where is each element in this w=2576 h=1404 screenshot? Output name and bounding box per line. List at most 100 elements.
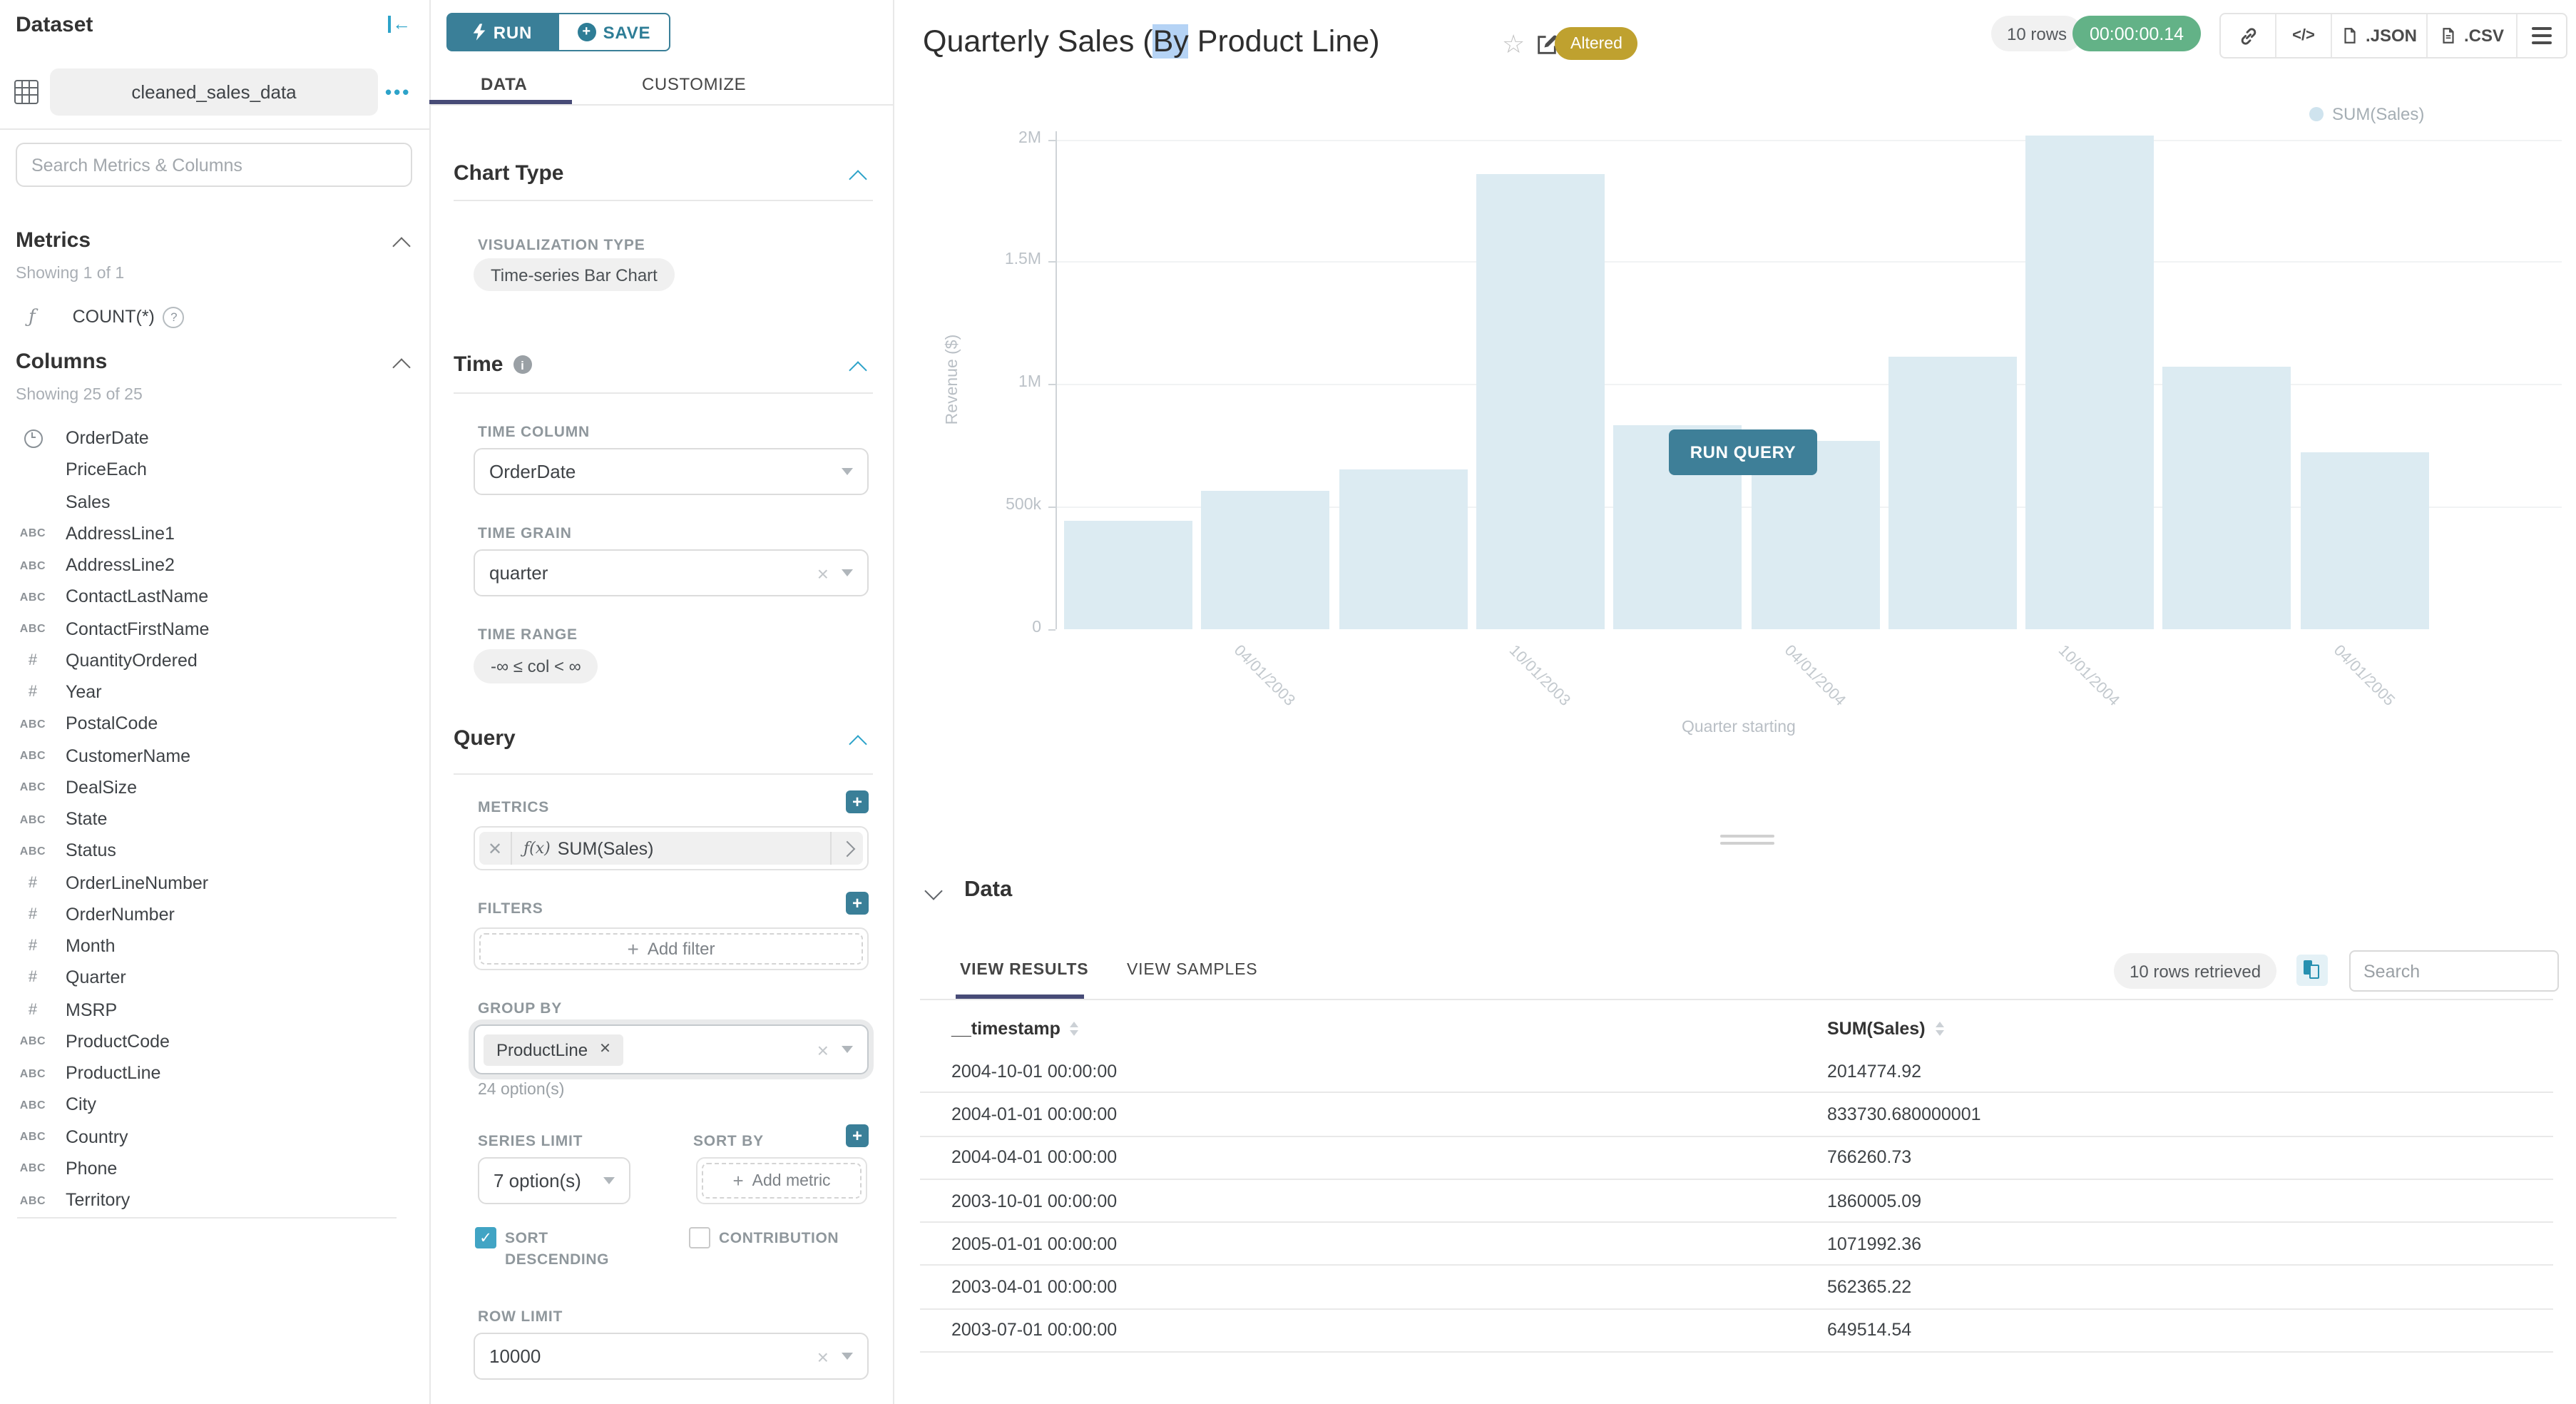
column-item-CustomerName[interactable]: ABCCustomerName	[0, 740, 428, 771]
series-limit-select[interactable]: 7 option(s)	[478, 1157, 630, 1204]
add-sort-metric-button[interactable]: +	[846, 1124, 869, 1147]
column-item-Year[interactable]: #Year	[0, 676, 428, 708]
y-tick-mark	[1048, 629, 1056, 631]
column-item-Phone[interactable]: ABCPhone	[0, 1153, 428, 1184]
clear-icon[interactable]: ×	[817, 561, 829, 584]
altered-badge[interactable]: Altered	[1555, 27, 1638, 60]
column-item-State[interactable]: ABCState	[0, 803, 428, 835]
add-sort-metric-dropzone[interactable]: +Add metric	[702, 1163, 862, 1199]
column-item-Country[interactable]: ABCCountry	[0, 1121, 428, 1152]
column-item-ProductLine[interactable]: ABCProductLine	[0, 1057, 428, 1089]
time-column-label: TIME COLUMN	[478, 424, 590, 441]
collapse-sidebar-icon[interactable]: ←	[388, 16, 411, 33]
save-button[interactable]: + SAVE	[558, 13, 670, 51]
column-item-Status[interactable]: ABCStatus	[0, 835, 428, 867]
bar-2005-01-01[interactable]	[2163, 367, 2291, 629]
bar-2005-04-01[interactable]	[2300, 453, 2428, 629]
table-cell: 2004-01-01 00:00:00	[951, 1104, 1827, 1124]
results-table: __timestamp SUM(Sales) 2004-10-01 00:00:…	[920, 1007, 2553, 1353]
collapse-query-icon[interactable]	[849, 735, 867, 753]
run-button[interactable]: RUN	[446, 13, 558, 51]
chart-title[interactable]: Quarterly Sales (By Product Line)	[923, 24, 1380, 60]
column-item-OrderDate[interactable]: OrderDate	[0, 422, 428, 454]
column-item-Sales[interactable]: Sales	[0, 486, 428, 517]
column-item-PriceEach[interactable]: PriceEach	[0, 454, 428, 486]
clear-icon[interactable]: ×	[817, 1345, 829, 1368]
bar-2003-01-01[interactable]	[1064, 520, 1192, 629]
dataset-options-icon[interactable]: •••	[385, 81, 411, 103]
resize-handle[interactable]	[1720, 835, 1774, 845]
bar-2004-07-01[interactable]	[1888, 357, 2017, 629]
bar-2003-04-01[interactable]	[1202, 492, 1330, 629]
selected-text: By	[1153, 24, 1189, 58]
column-item-Month[interactable]: #Month	[0, 930, 428, 962]
row-limit-select[interactable]: 10000 ×	[474, 1333, 869, 1380]
time-range-pill[interactable]: -∞ ≤ col < ∞	[474, 649, 598, 683]
tab-view-samples[interactable]: VIEW SAMPLES	[1127, 962, 1257, 979]
sort-icon[interactable]	[1936, 1022, 1944, 1036]
expand-metric-icon[interactable]	[830, 832, 863, 865]
collapse-columns-icon[interactable]	[392, 358, 410, 376]
column-item-QuantityOrdered[interactable]: #QuantityOrdered	[0, 645, 428, 676]
add-filter-button[interactable]: +	[846, 892, 869, 915]
bar-2003-07-01[interactable]	[1339, 470, 1467, 629]
time-grain-label: TIME GRAIN	[478, 525, 572, 542]
menu-icon[interactable]	[2518, 14, 2566, 57]
time-grain-select[interactable]: quarter ×	[474, 549, 869, 596]
column-item-ContactLastName[interactable]: ABCContactLastName	[0, 581, 428, 613]
add-metric-button[interactable]: +	[846, 790, 869, 813]
collapse-data-icon[interactable]	[924, 882, 942, 900]
filters-control: +Add filter	[474, 927, 869, 970]
remove-metric-icon[interactable]: ✕	[479, 832, 512, 865]
column-item-PostalCode[interactable]: ABCPostalCode	[0, 708, 428, 740]
column-item-OrderNumber[interactable]: #OrderNumber	[0, 899, 428, 930]
tab-data[interactable]: DATA	[481, 74, 528, 94]
collapse-chart-type-icon[interactable]	[849, 170, 867, 188]
add-filter-dropzone[interactable]: +Add filter	[479, 933, 863, 965]
export-json-button[interactable]: .JSON	[2332, 14, 2428, 57]
favorite-star-icon[interactable]: ☆	[1502, 30, 1525, 60]
search-metrics-columns-input[interactable]	[16, 143, 412, 187]
column-item-OrderLineNumber[interactable]: #OrderLineNumber	[0, 867, 428, 898]
info-icon: i	[513, 355, 532, 374]
column-item-ContactFirstName[interactable]: ABCContactFirstName	[0, 613, 428, 644]
chart-legend[interactable]: SUM(Sales)	[2309, 104, 2424, 124]
sort-icon[interactable]	[1070, 1022, 1079, 1036]
metric-pill[interactable]: ✕ ƒ(x) SUM(Sales)	[479, 832, 863, 865]
column-header-timestamp[interactable]: __timestamp	[951, 1019, 1827, 1039]
bar-2003-10-01[interactable]	[1476, 173, 1605, 629]
embed-code-icon[interactable]: </>	[2276, 14, 2332, 57]
remove-tag-icon[interactable]: ✕	[599, 1042, 611, 1057]
time-column-select[interactable]: OrderDate	[474, 448, 869, 495]
column-item-ProductCode[interactable]: ABCProductCode	[0, 1026, 428, 1057]
clear-icon[interactable]: ×	[817, 1038, 829, 1061]
number-type-icon: #	[11, 937, 54, 955]
metric-item[interactable]: ƒ COUNT(*) ?	[0, 301, 428, 332]
metrics-control: ✕ ƒ(x) SUM(Sales)	[474, 826, 869, 870]
bar-2004-10-01[interactable]	[2025, 136, 2154, 629]
tab-view-results[interactable]: VIEW RESULTS	[960, 962, 1088, 979]
column-item-DealSize[interactable]: ABCDealSize	[0, 772, 428, 803]
column-item-MSRP[interactable]: #MSRP	[0, 994, 428, 1025]
column-item-Quarter[interactable]: #Quarter	[0, 962, 428, 994]
column-item-AddressLine2[interactable]: ABCAddressLine2	[0, 549, 428, 581]
dataset-name[interactable]: cleaned_sales_data	[50, 68, 378, 116]
contribution-checkbox[interactable]	[689, 1227, 710, 1248]
chart-actions-toolbar: </> .JSON .CSV	[2219, 13, 2567, 58]
column-item-Territory[interactable]: ABCTerritory	[0, 1184, 428, 1216]
export-csv-button[interactable]: .CSV	[2428, 14, 2518, 57]
run-query-button[interactable]: RUN QUERY	[1669, 429, 1817, 475]
column-item-City[interactable]: ABCCity	[0, 1089, 428, 1121]
visualization-type-pill[interactable]: Time-series Bar Chart	[474, 258, 675, 291]
group-by-select[interactable]: ProductLine✕ ×	[474, 1024, 869, 1074]
column-item-AddressLine1[interactable]: ABCAddressLine1	[0, 518, 428, 549]
number-type-icon: #	[11, 652, 54, 669]
column-header-sum-sales[interactable]: SUM(Sales)	[1827, 1019, 2553, 1039]
tab-customize[interactable]: CUSTOMIZE	[642, 74, 746, 94]
results-search-input[interactable]	[2349, 950, 2559, 992]
collapse-metrics-icon[interactable]	[392, 237, 410, 255]
share-link-icon[interactable]	[2221, 14, 2276, 57]
copy-icon[interactable]	[2296, 955, 2328, 986]
group-by-tag[interactable]: ProductLine✕	[484, 1034, 624, 1065]
collapse-time-icon[interactable]	[849, 361, 867, 379]
